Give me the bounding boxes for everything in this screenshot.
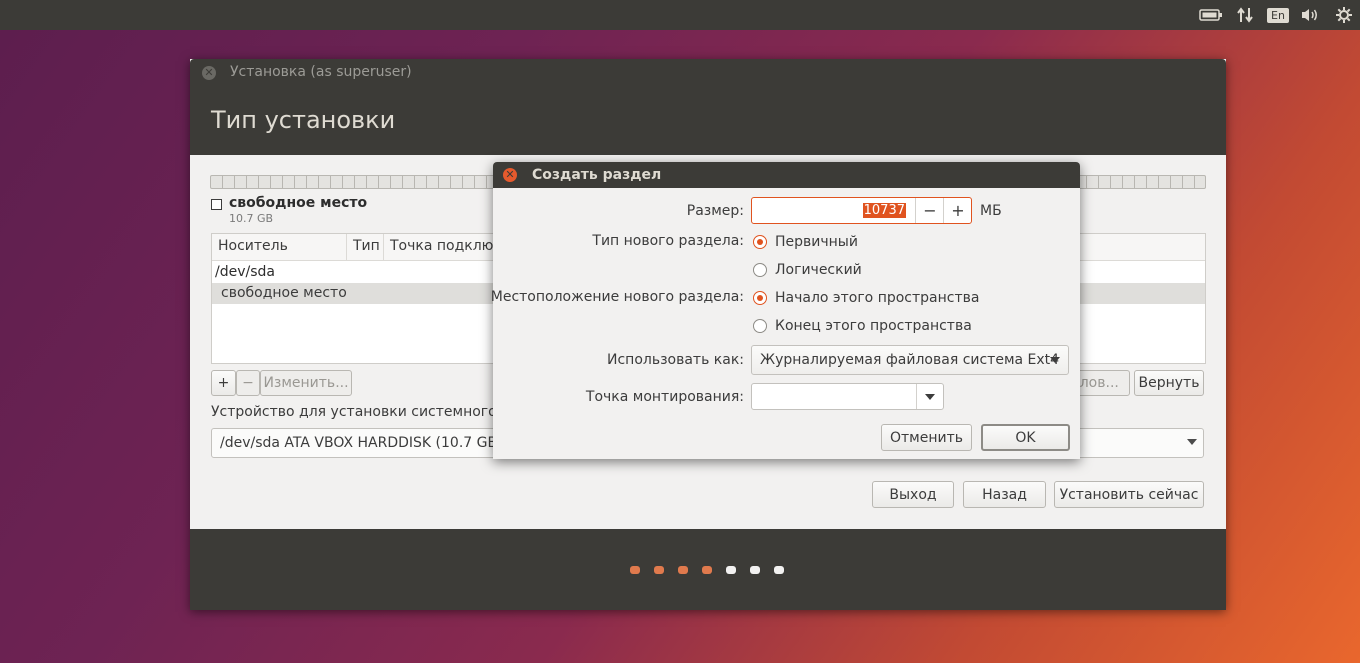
table-cell-label: свободное место	[221, 285, 347, 301]
progress-dot	[774, 566, 784, 574]
progress-dot	[678, 566, 688, 574]
top-panel: En	[0, 0, 1360, 30]
column-header-mount[interactable]: Точка подключ	[390, 238, 502, 254]
bootloader-label: Устройство для установки системного за	[211, 404, 518, 420]
progress-dot	[726, 566, 736, 574]
keyboard-layout-label: En	[1267, 7, 1289, 23]
keyboard-layout-icon[interactable]: En	[1266, 0, 1290, 30]
mount-point-combobox[interactable]	[751, 383, 944, 410]
radio-primary[interactable]	[753, 235, 767, 249]
progress-dot	[702, 566, 712, 574]
quit-button[interactable]: Выход	[872, 481, 954, 508]
radio-location-start[interactable]	[753, 291, 767, 305]
mount-point-label: Точка монтирования:	[585, 389, 744, 405]
dialog-titlebar: ✕ Создать раздел	[493, 162, 1080, 188]
ok-button[interactable]: OK	[981, 424, 1070, 451]
size-unit: МБ	[980, 203, 1002, 219]
free-space-swatch	[211, 199, 222, 210]
cancel-button[interactable]: Отменить	[881, 424, 972, 451]
radio-location-end-label[interactable]: Конец этого пространства	[775, 318, 972, 334]
partition-location-label: Местоположение нового раздела:	[490, 289, 744, 305]
radio-location-end[interactable]	[753, 319, 767, 333]
volume-icon[interactable]	[1298, 0, 1322, 30]
table-row-device[interactable]: /dev/sda	[215, 264, 275, 280]
page-title: Тип установки	[211, 106, 396, 134]
chevron-down-icon	[1050, 357, 1060, 363]
close-icon[interactable]: ✕	[503, 168, 517, 182]
size-label: Размер:	[686, 203, 744, 219]
partition-type-label: Тип нового раздела:	[592, 233, 744, 249]
radio-logical[interactable]	[753, 263, 767, 277]
size-spinbox[interactable]: 10737 − +	[751, 197, 972, 224]
bootloader-value: /dev/sda ATA VBOX HARDDISK (10.7 GB)	[220, 435, 503, 451]
change-partition-button[interactable]: Изменить...	[260, 370, 352, 396]
back-button[interactable]: Назад	[963, 481, 1046, 508]
radio-logical-label[interactable]: Логический	[775, 262, 862, 278]
progress-dot	[654, 566, 664, 574]
window-title: Установка (as superuser)	[230, 64, 412, 80]
column-header-type[interactable]: Тип	[353, 238, 380, 254]
revert-button[interactable]: Вернуть	[1134, 370, 1204, 396]
size-input[interactable]: 10737	[862, 203, 906, 218]
add-partition-button[interactable]: +	[211, 370, 236, 396]
chevron-down-icon	[925, 394, 935, 400]
battery-icon[interactable]	[1198, 0, 1224, 30]
chevron-down-icon	[1187, 439, 1197, 445]
radio-primary-label[interactable]: Первичный	[775, 234, 858, 250]
create-partition-dialog: ✕ Создать раздел Размер: 10737 − + МБ Ти…	[490, 162, 1080, 459]
remove-partition-button[interactable]: −	[236, 370, 260, 396]
decrement-button[interactable]: −	[915, 198, 944, 223]
filesystem-value: Журналируемая файловая система Ext4	[760, 352, 1060, 368]
free-space-size: 10.7 GB	[229, 212, 274, 225]
radio-location-start-label[interactable]: Начало этого пространства	[775, 290, 979, 306]
install-now-button[interactable]: Установить сейчас	[1054, 481, 1204, 508]
installer-footer	[190, 529, 1226, 610]
installer-titlebar: ✕ Установка (as superuser) Тип установки	[190, 59, 1226, 155]
network-icon[interactable]	[1234, 0, 1256, 30]
close-icon[interactable]: ✕	[202, 66, 216, 80]
filesystem-select[interactable]: Журналируемая файловая система Ext4	[751, 345, 1069, 375]
progress-dot	[630, 566, 640, 574]
dialog-title: Создать раздел	[532, 167, 662, 183]
increment-button[interactable]: +	[943, 198, 972, 223]
progress-dot	[750, 566, 760, 574]
power-settings-icon[interactable]	[1332, 0, 1356, 30]
free-space-label: свободное место	[229, 195, 368, 211]
column-header-device[interactable]: Носитель	[218, 238, 288, 254]
mount-point-dropdown-button[interactable]	[916, 384, 944, 409]
use-as-label: Использовать как:	[607, 352, 744, 368]
